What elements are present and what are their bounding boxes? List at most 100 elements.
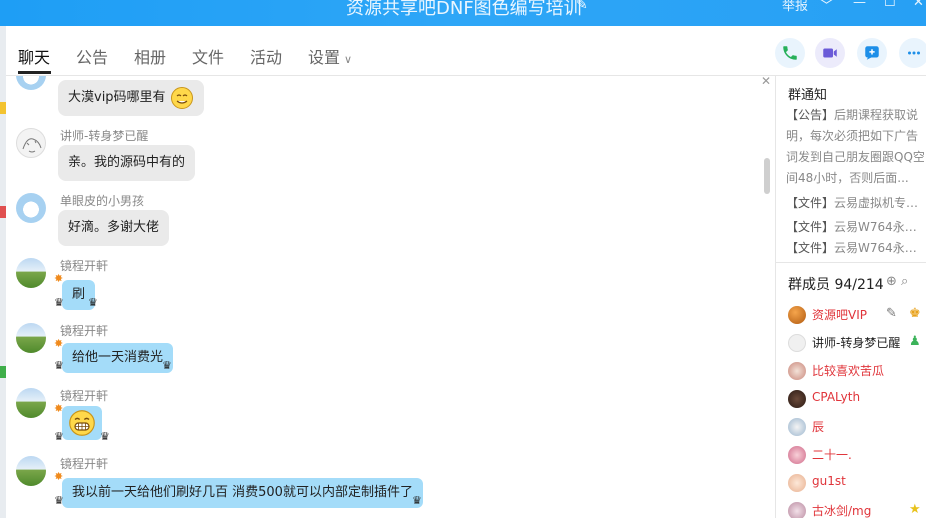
member-item[interactable]: CPALyth (788, 388, 926, 410)
sender-name[interactable]: 镜程开軒 (60, 322, 108, 339)
member-item[interactable]: 辰 (788, 416, 926, 438)
girl-sticker-icon: ♛ (100, 430, 110, 443)
sender-name[interactable]: 镜程开軒 (60, 257, 108, 274)
file-tag: 【文件】 (786, 220, 835, 234)
title-bar: 资源共享吧DNF图色编写培训 ✎ 举报 ﹀ — ☐ ✕ (0, 0, 926, 26)
member-item[interactable]: 比较喜欢苦瓜 (788, 360, 926, 382)
add-message-button[interactable] (857, 38, 887, 68)
girl-sticker-icon: ♛ (162, 359, 172, 372)
avatar (788, 362, 806, 380)
chat-message: 讲师-转身梦已醒 亲。我的源码中有的 (6, 126, 766, 184)
file-item[interactable]: 【文件】云易W764永恒... (786, 218, 926, 235)
right-divider (776, 262, 926, 263)
message-bubble[interactable]: 亲。我的源码中有的 (58, 145, 196, 181)
smile-emoji-icon (170, 86, 193, 109)
announcement-preview[interactable]: 【公告】后期课程获取说明，每次必须把如下广告词发到自己朋友圈跟QQ空间48小时，… (786, 105, 926, 189)
member-item[interactable]: 二十一. (788, 444, 926, 466)
avatar (788, 446, 806, 464)
file-tag: 【文件】 (786, 241, 835, 255)
tab-settings[interactable]: 设置 ∨ (308, 44, 352, 68)
message-bubble[interactable]: 好滴。多谢大佬 (58, 210, 170, 246)
active-tab-indicator (18, 71, 51, 74)
file-item[interactable]: 【文件】云易虚拟机专用... (786, 194, 926, 211)
chat-message: 镜程开軒 ✸ 刷 ♛ ♛ (6, 256, 766, 316)
sender-name[interactable]: 单眼皮的小男孩 (60, 192, 144, 209)
member-item[interactable]: 古冰剑/mg ★ (788, 500, 926, 518)
message-bubble[interactable] (62, 406, 102, 440)
avatar (788, 334, 806, 352)
minimize-icon[interactable]: — (853, 0, 866, 10)
avatar[interactable] (16, 258, 46, 288)
member-name: 辰 (812, 420, 825, 434)
avatar[interactable] (16, 388, 46, 418)
message-bubble[interactable]: 我以前一天给他们刷好几百 消费500就可以内部定制插件了 (62, 478, 423, 508)
announcement-tag: 【公告】 (786, 108, 835, 122)
member-name: gu1st (812, 474, 846, 488)
tab-announcement[interactable]: 公告 (76, 44, 108, 68)
member-item[interactable]: 讲师-转身梦已醒 ♟ (788, 332, 926, 354)
tab-files[interactable]: 文件 (192, 44, 224, 68)
pencil-icon[interactable]: ✎ (576, 0, 588, 13)
member-name: CPALyth (812, 390, 861, 404)
member-name: 古冰剑/mg (812, 504, 872, 518)
chevron-down-icon[interactable]: ﹀ (820, 0, 833, 14)
add-member-icon[interactable]: ⊕ (886, 274, 897, 289)
sender-name[interactable]: 讲师-转身梦已醒 (60, 127, 148, 144)
avatar (788, 306, 806, 324)
tab-album[interactable]: 相册 (134, 44, 166, 68)
member-name: 二十一. (812, 448, 852, 462)
window-title: 资源共享吧DNF图色编写培训 (346, 0, 582, 19)
message-bubble[interactable]: 给他一天消费光 (62, 343, 174, 373)
chat-message: 单眼皮的小男孩 好滴。多谢大佬 (6, 191, 766, 249)
message-text: 我以前一天给他们刷好几百 消费500就可以内部定制插件了 (72, 485, 413, 500)
tab-activity[interactable]: 活动 (250, 44, 282, 68)
avatar (788, 390, 806, 408)
member-name: 资源吧VIP (812, 308, 867, 322)
members-count[interactable]: 群成员 94/214 (788, 274, 884, 294)
chat-message: 大漠vip码哪里有 (6, 76, 766, 120)
message-bubble[interactable]: 大漠vip码哪里有 (58, 80, 204, 116)
search-icon[interactable]: ⌕ (901, 274, 908, 289)
sketch-avatar-icon (22, 138, 42, 153)
avatar[interactable] (16, 128, 46, 158)
chevron-down-icon: ∨ (344, 53, 353, 66)
avatar (788, 418, 806, 436)
member-item[interactable]: 资源吧VIP ✎ ♚ (788, 304, 926, 326)
group-notice-title[interactable]: 群通知 (788, 84, 827, 103)
report-link[interactable]: 举报 (782, 0, 808, 14)
chat-message: 镜程开軒 ✸ 给他一天消费光 ♛ ♛ (6, 321, 766, 381)
video-icon (823, 48, 837, 58)
avatar[interactable] (16, 193, 46, 223)
girl-sticker-icon: ♛ (88, 296, 98, 309)
phone-icon (783, 46, 797, 60)
avatar (788, 474, 806, 492)
avatar[interactable] (16, 323, 46, 353)
owner-badge-icon: ♚ (909, 306, 921, 321)
file-name: 云易虚拟机专用... (834, 196, 926, 210)
message-text: 刷 (72, 287, 86, 302)
file-item[interactable]: 【文件】云易W764永恒... (786, 239, 926, 256)
sender-name[interactable]: 镜程开軒 (60, 387, 108, 404)
close-icon[interactable]: ✕ (913, 0, 924, 10)
pencil-icon[interactable]: ✎ (886, 306, 897, 321)
member-name: 比较喜欢苦瓜 (812, 364, 885, 378)
avatar[interactable] (16, 456, 46, 486)
more-button[interactable] (899, 38, 926, 68)
add-message-icon (865, 46, 879, 60)
girl-sticker-icon: ♛ (412, 494, 422, 507)
girl-sticker-icon: ♛ (54, 430, 64, 443)
avatar (788, 502, 806, 518)
video-call-button[interactable] (815, 38, 845, 68)
avatar[interactable] (16, 76, 46, 90)
girl-sticker-icon: ♛ (54, 296, 64, 309)
phone-call-button[interactable] (775, 38, 805, 68)
sender-name[interactable]: 镜程开軒 (60, 455, 108, 472)
tab-chat[interactable]: 聊天 (18, 44, 50, 68)
girl-sticker-icon: ♛ (54, 494, 64, 507)
maximize-icon[interactable]: ☐ (884, 0, 896, 10)
file-name: 云易W764永恒... (834, 241, 926, 255)
member-item[interactable]: gu1st (788, 472, 926, 494)
chat-message: 镜程开軒 ✸ ♛ ♛ (6, 386, 766, 454)
member-name: 讲师-转身梦已醒 (812, 336, 901, 350)
chat-area[interactable]: ✕ 大漠vip码哪里有 讲师-转身梦已醒 亲。我的源码中有的 单眼皮的小男孩 好… (6, 76, 775, 518)
